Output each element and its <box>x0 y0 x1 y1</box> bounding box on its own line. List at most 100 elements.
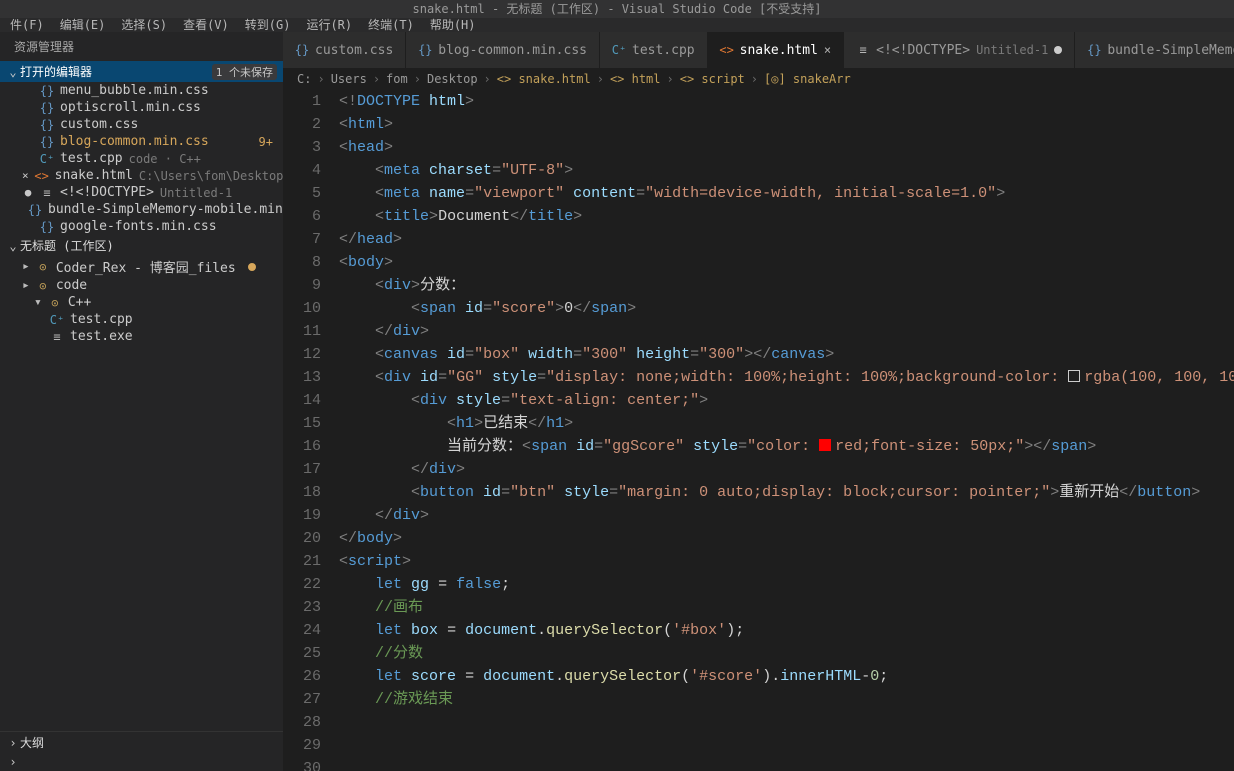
breadcrumb-item[interactable]: [◎] snakeArr <box>764 72 851 86</box>
chevron-right-icon: › <box>6 755 20 769</box>
file-label: google-fonts.min.css <box>60 219 217 234</box>
chevron-right-icon: › <box>6 736 20 750</box>
breadcrumb-sep-icon: › <box>373 72 380 86</box>
css-file-icon: {} <box>40 135 54 149</box>
tree-label: test.exe <box>70 329 133 344</box>
line-gutter: 1234567891011121314151617181920212223242… <box>283 90 339 771</box>
tab-label: snake.html <box>740 43 818 58</box>
tree-label: code <box>56 278 87 293</box>
workspace-label: 无标题 (工作区) <box>20 237 114 254</box>
tree-label: test.cpp <box>70 312 133 327</box>
unsaved-dot-icon <box>1054 46 1062 54</box>
breadcrumb-item[interactable]: <> html <box>610 72 661 86</box>
menu-view[interactable]: 查看(V) <box>183 18 229 32</box>
sidebar: 资源管理器 ⌄ 打开的编辑器 1 个未保存 {}menu_bubble.min.… <box>0 32 283 771</box>
tab-label: test.cpp <box>632 43 695 58</box>
css-file-icon: {} <box>418 43 432 57</box>
css-file-icon: {} <box>40 101 54 115</box>
menu-selection[interactable]: 选择(S) <box>121 18 167 32</box>
breadcrumb-item[interactable]: Desktop <box>427 72 478 86</box>
open-editor-item[interactable]: {} bundle-SimpleMemory-mobile.min.css <box>0 201 283 218</box>
chevron-down-icon: ⌄ <box>6 65 20 79</box>
css-file-icon: {} <box>1087 43 1101 57</box>
editor-tab[interactable]: {} blog-common.min.css <box>406 32 600 68</box>
cpp-file-icon: C⁺ <box>50 313 64 327</box>
open-editor-item[interactable]: C⁺test.cpp code · C++ <box>0 150 283 167</box>
tree-item[interactable]: ▸⊙Coder_Rex - 博客园_files <box>0 256 283 277</box>
open-editor-item[interactable]: {}custom.css <box>0 116 283 133</box>
menu-bar: 件(F) 编辑(E) 选择(S) 查看(V) 转到(G) 运行(R) 终端(T)… <box>0 18 1234 32</box>
editor-tab[interactable]: {} custom.css <box>283 32 406 68</box>
open-editor-item[interactable]: {} optiscroll.min.css <box>0 99 283 116</box>
menu-go[interactable]: 转到(G) <box>245 18 291 32</box>
code-content[interactable]: <!DOCTYPE html><html><head> <meta charse… <box>339 90 1234 771</box>
html-file-icon: <> <box>35 169 49 183</box>
file-label: test.cpp <box>60 151 123 166</box>
folder-chevron-icon: ▸ <box>22 278 30 293</box>
breadcrumb-sep-icon: › <box>667 72 674 86</box>
txt-file-icon: ≡ <box>40 186 54 200</box>
css-file-icon: {} <box>295 43 309 57</box>
outline-header[interactable]: › 大纲 <box>0 732 283 753</box>
breadcrumb-item[interactable]: <> snake.html <box>497 72 591 86</box>
tree-item[interactable]: ▸⊙code <box>0 277 283 294</box>
breadcrumb-item[interactable]: C: <box>297 72 311 86</box>
menu-help[interactable]: 帮助(H) <box>430 18 476 32</box>
tree-item[interactable]: ≡test.exe <box>0 328 283 345</box>
open-editor-item[interactable]: {} google-fonts.min.css <box>0 218 283 235</box>
outline-label: 大纲 <box>20 734 44 751</box>
file-desc: Untitled-1 <box>160 186 232 200</box>
tab-close-icon[interactable]: × <box>824 43 831 57</box>
open-editors-header[interactable]: ⌄ 打开的编辑器 1 个未保存 <box>0 61 283 82</box>
file-label: bundle-SimpleMemory-mobile.min.css <box>48 202 283 217</box>
editor-tab[interactable]: <>snake.html× <box>708 32 845 68</box>
code-editor[interactable]: 1234567891011121314151617181920212223242… <box>283 90 1234 771</box>
menu-terminal[interactable]: 终端(T) <box>368 18 414 32</box>
tab-desc: Untitled-1 <box>976 43 1048 57</box>
breadcrumb-sep-icon: › <box>317 72 324 86</box>
menu-edit[interactable]: 编辑(E) <box>60 18 106 32</box>
breadcrumb-item[interactable]: fom <box>386 72 408 86</box>
chevron-down-icon: ⌄ <box>6 239 20 253</box>
window-title: snake.html - 无标题 (工作区) - Visual Studio C… <box>0 0 1234 18</box>
css-file-icon: {} <box>28 203 42 217</box>
tree-label: Coder_Rex - 博客园_files <box>56 257 236 276</box>
open-editor-item[interactable]: {}blog-common.min.css9+ <box>0 133 283 150</box>
tab-label: blog-common.min.css <box>438 43 587 58</box>
tab-label: bundle-SimpleMemory-mobi <box>1107 43 1234 58</box>
tree-item[interactable]: C⁺ test.cpp <box>0 311 283 328</box>
unsaved-dot-icon <box>248 263 256 271</box>
breadcrumb-item[interactable]: <> script <box>680 72 745 86</box>
tab-label: <!<!DOCTYPE> <box>876 43 970 58</box>
open-editor-item[interactable]: ×<>snake.html C:\Users\fom\Desktop <box>0 167 283 184</box>
editor-tab[interactable]: C⁺test.cpp <box>600 32 708 68</box>
breadcrumb-item[interactable]: Users <box>331 72 367 86</box>
css-file-icon: {} <box>40 84 54 98</box>
breadcrumb-sep-icon: › <box>484 72 491 86</box>
css-file-icon: {} <box>40 220 54 234</box>
file-label: custom.css <box>60 117 138 132</box>
menu-file[interactable]: 件(F) <box>10 18 44 32</box>
tab-bar: {} custom.css {} blog-common.min.css C⁺test.… <box>283 32 1234 68</box>
editor-tab[interactable]: {} bundle-SimpleMemory-mobi <box>1075 32 1234 68</box>
file-desc: C:\Users\fom\Desktop <box>139 169 283 183</box>
file-desc: code · C++ <box>129 152 201 166</box>
editor-area: {} custom.css {} blog-common.min.css C⁺test.… <box>283 32 1234 771</box>
workspace-header[interactable]: ⌄ 无标题 (工作区) <box>0 235 283 256</box>
open-editor-item[interactable]: {}menu_bubble.min.css <box>0 82 283 99</box>
open-editors-label: 打开的编辑器 <box>20 63 92 80</box>
tree-item[interactable]: ▾⊙C++ <box>0 294 283 311</box>
sidebar-title: 资源管理器 <box>0 32 283 61</box>
open-editor-item[interactable]: ●≡<!<!DOCTYPE> Untitled-1 <box>0 184 283 201</box>
tab-label: custom.css <box>315 43 393 58</box>
breadcrumb-sep-icon: › <box>597 72 604 86</box>
file-label: optiscroll.min.css <box>60 100 201 115</box>
folder-chevron-icon: ▾ <box>34 295 42 310</box>
timeline-header[interactable]: › <box>0 753 283 771</box>
folder-chevron-icon: ▸ <box>22 259 30 274</box>
close-icon[interactable]: × <box>22 169 29 182</box>
unsaved-dot-icon: ● <box>22 186 34 199</box>
breadcrumb[interactable]: C: › Users › fom › Desktop › <> snake.html › <> ht… <box>283 68 1234 90</box>
editor-tab[interactable]: ≡<!<!DOCTYPE>Untitled-1 <box>844 32 1075 68</box>
menu-run[interactable]: 运行(R) <box>306 18 352 32</box>
